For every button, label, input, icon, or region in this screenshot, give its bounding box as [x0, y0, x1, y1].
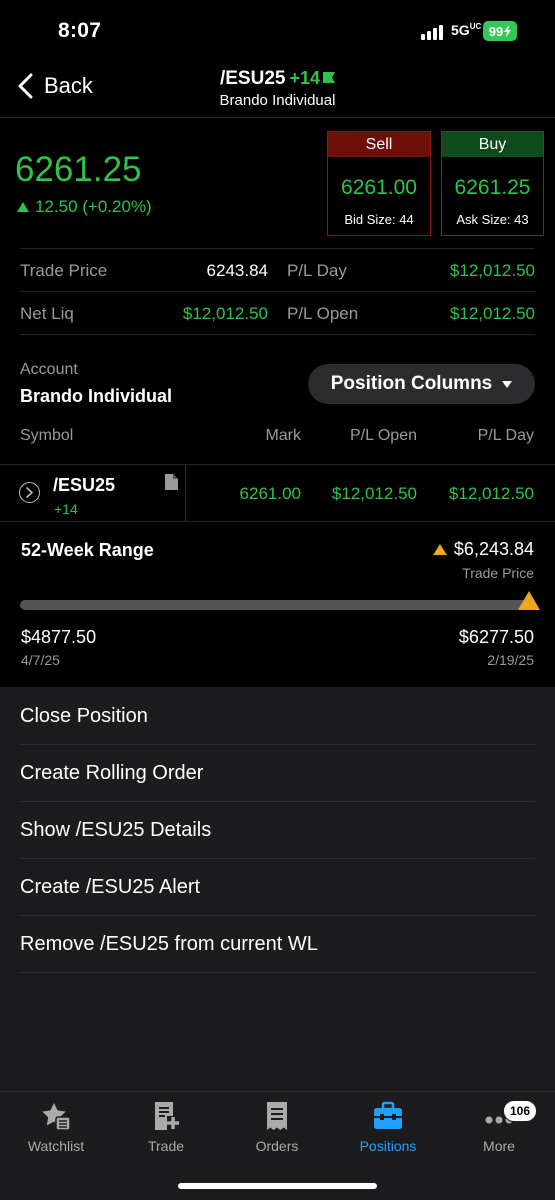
- last-price: 6261.25: [15, 150, 142, 189]
- column-divider: [185, 465, 186, 522]
- battery-icon: 99: [483, 21, 517, 41]
- column-header-pl-open: P/L Open: [349, 427, 417, 444]
- column-header-mark: Mark: [265, 427, 301, 444]
- range-title: 52-Week Range: [21, 540, 154, 560]
- nav-header: Back /ESU25 +14 Brando Individual: [0, 62, 555, 118]
- pl-day-value: $12,012.50: [449, 261, 535, 280]
- pl-open-label: P/L Open: [287, 304, 359, 323]
- buy-button[interactable]: Buy 6261.25 Ask Size: 43: [441, 131, 544, 236]
- position-columns-button[interactable]: Position Columns: [308, 364, 535, 404]
- position-pl-day: $12,012.50: [448, 484, 534, 503]
- buy-label: Buy: [442, 132, 543, 157]
- show-details-action[interactable]: Show /ESU25 Details: [0, 802, 555, 859]
- expand-chevron-icon[interactable]: [19, 482, 40, 503]
- create-rolling-order-action[interactable]: Create Rolling Order: [0, 745, 555, 802]
- up-arrow-icon: [17, 202, 29, 212]
- watchlist-star-icon: [42, 1103, 71, 1131]
- divider: [20, 291, 535, 292]
- tab-watchlist[interactable]: Watchlist: [6, 1100, 106, 1154]
- charging-bolt-icon: [504, 25, 512, 37]
- position-symbol: /ESU25: [53, 475, 116, 495]
- nav-title: /ESU25 +14 Brando Individual: [0, 68, 555, 109]
- bid-size: Bid Size: 44: [344, 212, 414, 227]
- range-bar: [20, 591, 540, 610]
- column-header-symbol: Symbol: [20, 427, 74, 444]
- account-label: Account: [20, 361, 78, 378]
- net-liq-label: Net Liq: [20, 304, 74, 323]
- network-type: 5GUC: [451, 22, 482, 38]
- range-trade-price-label: Trade Price: [462, 565, 534, 581]
- account-name: Brando Individual: [20, 386, 173, 406]
- position-mark: 6261.00: [239, 484, 301, 503]
- sell-price: 6261.00: [341, 176, 417, 199]
- document-icon: [165, 474, 178, 490]
- flag-icon: [323, 72, 336, 83]
- nav-change: +14: [289, 68, 321, 88]
- range-position-marker: [517, 591, 540, 610]
- range-high: $6277.50: [458, 627, 534, 647]
- range-high-date: 2/19/25: [487, 652, 534, 668]
- buy-price: 6261.25: [454, 176, 531, 199]
- tab-orders[interactable]: Orders: [227, 1100, 327, 1154]
- battery-level: 99: [488, 23, 504, 39]
- create-alert-action[interactable]: Create /ESU25 Alert: [0, 859, 555, 916]
- close-position-action[interactable]: Close Position: [0, 688, 555, 745]
- positions-briefcase-icon: [374, 1101, 402, 1129]
- range-low-date: 4/7/25: [21, 652, 60, 668]
- position-pl-open: $12,012.50: [331, 484, 417, 503]
- status-time: 8:07: [58, 19, 102, 42]
- notification-badge: 106: [503, 1100, 538, 1122]
- position-columns-label: Position Columns: [330, 373, 493, 394]
- range-low: $4877.50: [21, 627, 97, 647]
- trade-marker-icon: [432, 544, 447, 555]
- sell-label: Sell: [328, 132, 430, 157]
- divider: [20, 334, 535, 335]
- dropdown-caret-icon: [502, 380, 513, 388]
- net-liq-value: $12,012.50: [182, 304, 268, 323]
- pl-day-label: P/L Day: [287, 261, 347, 280]
- remove-from-watchlist-action[interactable]: Remove /ESU25 from current WL: [0, 916, 555, 973]
- orders-receipt-icon: [267, 1102, 287, 1130]
- pl-open-value: $12,012.50: [449, 304, 535, 323]
- tab-more[interactable]: More 106: [449, 1100, 549, 1154]
- nav-symbol: /ESU25: [219, 68, 286, 89]
- table-row[interactable]: /ESU25 +14 6261.00 $12,012.50 $12,012.50: [0, 464, 555, 522]
- trade-price-value: 6243.84: [206, 261, 268, 280]
- ask-size: Ask Size: 43: [456, 212, 529, 227]
- trade-price-label: Trade Price: [20, 261, 108, 280]
- position-quantity: +14: [54, 501, 78, 517]
- price-change: 12.50 (+0.20%): [17, 197, 152, 217]
- tab-positions[interactable]: Positions: [338, 1100, 438, 1154]
- range-trade-price: $6,243.84: [432, 539, 534, 560]
- sell-button[interactable]: Sell 6261.00 Bid Size: 44: [327, 131, 431, 236]
- status-bar: 8:07 5GUC 99: [0, 0, 555, 62]
- home-indicator: [178, 1183, 377, 1189]
- cellular-signal-icon: [421, 24, 447, 40]
- tab-trade[interactable]: Trade: [116, 1100, 216, 1154]
- column-header-pl-day: P/L Day: [477, 427, 534, 444]
- trade-icon: [155, 1102, 179, 1130]
- nav-account: Brando Individual: [219, 92, 336, 109]
- divider: [20, 248, 535, 249]
- action-sheet: Close Position Create Rolling Order Show…: [0, 687, 555, 1091]
